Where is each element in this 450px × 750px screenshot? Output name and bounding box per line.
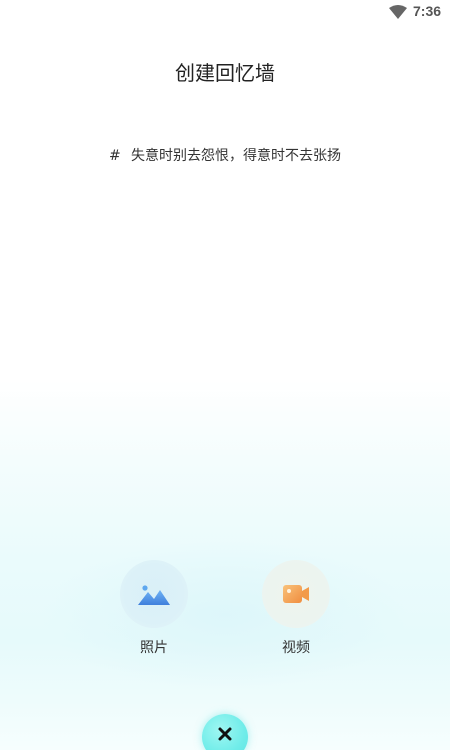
status-time: 7:36	[413, 3, 442, 19]
video-button[interactable]	[262, 560, 330, 628]
status-bar: 7:36	[0, 0, 450, 24]
wifi-icon	[389, 5, 407, 19]
photo-label: 照片	[140, 640, 168, 656]
quote-row: # 失意时别去怨恨，得意时不去张扬	[109, 145, 341, 165]
close-button[interactable]	[202, 714, 248, 750]
hash-tag: #	[109, 148, 121, 164]
video-camera-icon	[283, 585, 309, 603]
quote-text: 失意时别去怨恨，得意时不去张扬	[131, 148, 341, 164]
page-title: 创建回忆墙	[175, 61, 275, 85]
background-glow	[40, 540, 410, 690]
photo-button[interactable]	[120, 560, 188, 628]
close-icon	[218, 727, 232, 741]
video-label: 视频	[282, 640, 310, 656]
image-icon	[138, 585, 170, 605]
